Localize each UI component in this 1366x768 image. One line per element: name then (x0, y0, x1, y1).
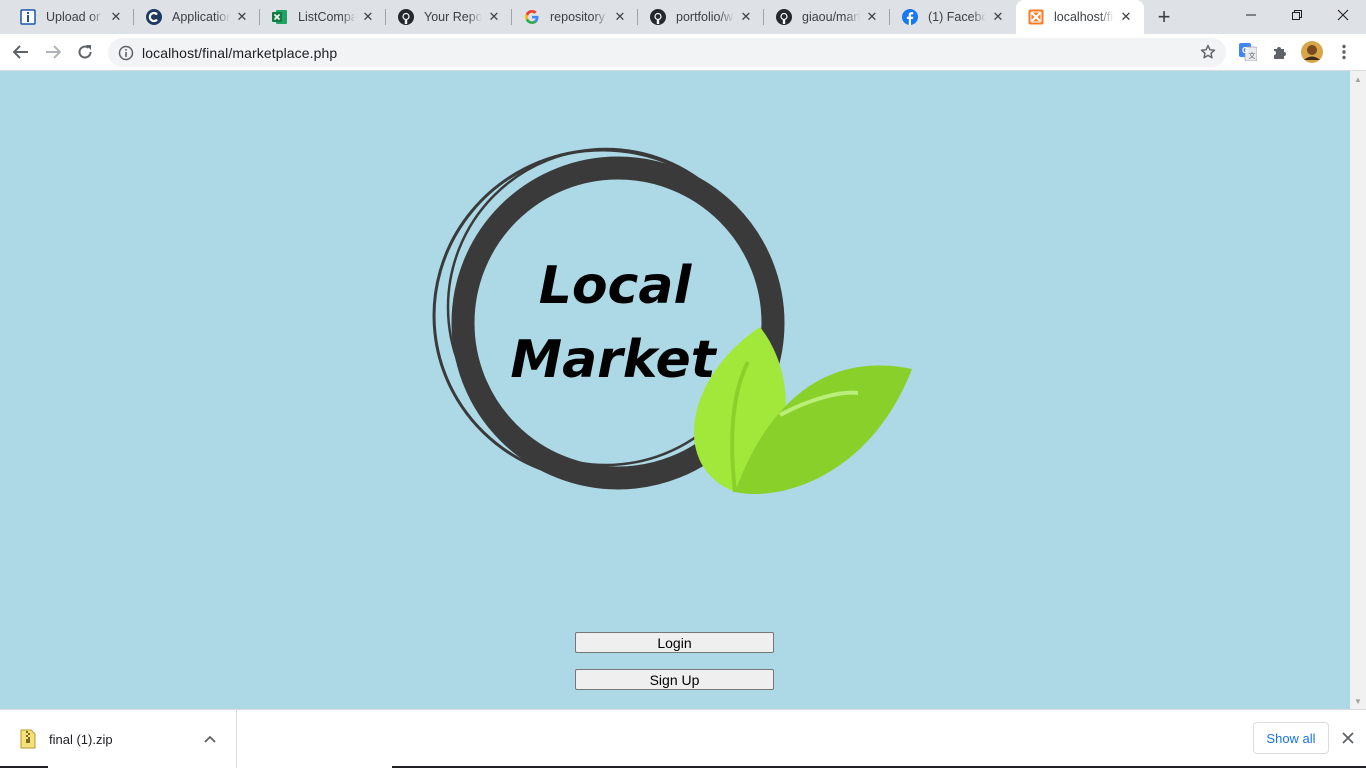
tab-title: ListCompanies (298, 10, 356, 24)
profile-avatar-button[interactable] (1300, 40, 1324, 64)
close-icon[interactable]: ✕ (360, 9, 376, 25)
chevron-up-icon[interactable] (198, 727, 222, 751)
page-viewport: Local Market Login Sign Up (0, 71, 1350, 709)
close-icon (1342, 732, 1354, 744)
scroll-down-arrow-icon[interactable]: ▼ (1350, 693, 1366, 709)
arrow-left-icon (13, 45, 28, 59)
close-icon[interactable]: ✕ (486, 9, 502, 25)
tab-applications[interactable]: Applications ✕ (134, 0, 260, 34)
download-item[interactable]: final (1).zip (0, 710, 237, 768)
puzzle-icon (1274, 47, 1286, 59)
show-all-button[interactable]: Show all (1253, 722, 1329, 754)
close-icon[interactable]: ✕ (864, 9, 880, 25)
download-shelf: final (1).zip Show all (0, 709, 1366, 768)
github-icon (398, 9, 414, 25)
new-tab-button[interactable]: + (1152, 4, 1176, 29)
tab-title: portfolio/w (676, 10, 733, 24)
tab-title: (1) Facebook (928, 10, 986, 24)
signup-button[interactable]: Sign Up (575, 669, 774, 690)
google-icon (524, 9, 540, 25)
browser-toolbar: localhost/final/marketplace.php G文 (0, 34, 1366, 71)
excel-icon (272, 9, 288, 25)
c-logo-icon (146, 9, 162, 25)
tab-repository-search[interactable]: repository - G ✕ (512, 0, 638, 34)
tab-title: Your Repositories (424, 10, 482, 24)
tab-your-repositories[interactable]: Your Repositories ✕ (386, 0, 512, 34)
github-icon (650, 9, 666, 25)
close-shelf-button[interactable] (1338, 726, 1358, 750)
close-icon[interactable]: ✕ (738, 9, 754, 25)
restore-icon (1292, 10, 1302, 20)
bookmark-star-icon[interactable] (1200, 44, 1216, 60)
tab-title: Upload or cho (46, 10, 104, 24)
facebook-icon (902, 9, 918, 25)
github-icon (776, 9, 792, 25)
arrow-right-icon (46, 45, 61, 59)
tab-upload[interactable]: Upload or cho ✕ (8, 0, 134, 34)
login-button[interactable]: Login (575, 632, 774, 653)
close-icon[interactable]: ✕ (612, 9, 628, 25)
address-bar[interactable]: localhost/final/marketplace.php (108, 38, 1226, 67)
local-market-logo: Local Market (430, 147, 920, 502)
url-text: localhost/final/marketplace.php (142, 44, 338, 61)
info-doc-icon (20, 9, 36, 25)
leaf-icon (693, 327, 912, 495)
vertical-scrollbar[interactable]: ▲ ▼ (1350, 71, 1366, 709)
scroll-up-arrow-icon[interactable]: ▲ (1350, 71, 1366, 87)
tab-title: localhost/final (1054, 10, 1114, 24)
minimize-icon (1246, 14, 1256, 16)
tab-listcompanies[interactable]: ListCompanies ✕ (260, 0, 386, 34)
svg-text:文: 文 (1249, 51, 1256, 60)
info-icon[interactable] (118, 45, 134, 61)
tab-giaou[interactable]: giaou/mark ✕ (764, 0, 890, 34)
close-icon[interactable]: ✕ (990, 9, 1006, 25)
avatar (1301, 41, 1323, 63)
logo-text-local: Local (539, 256, 693, 316)
close-icon[interactable]: ✕ (1118, 9, 1134, 25)
tab-title: repository - G (550, 10, 608, 24)
extensions-button[interactable] (1268, 40, 1292, 64)
tab-title: giaou/mark (802, 10, 860, 24)
minimize-button[interactable] (1228, 0, 1274, 30)
translate-extension-button[interactable]: G文 (1236, 40, 1260, 64)
chrome-menu-button[interactable] (1332, 40, 1356, 64)
tab-localhost-active[interactable]: localhost/final ✕ (1016, 0, 1144, 34)
zip-file-icon (20, 729, 36, 749)
tab-facebook[interactable]: (1) Facebook ✕ (890, 0, 1016, 34)
close-icon[interactable]: ✕ (108, 9, 124, 25)
tab-title: Applications (172, 10, 230, 24)
close-window-button[interactable] (1320, 0, 1366, 30)
download-file-name: final (1).zip (49, 731, 113, 747)
logo-text-market: Market (510, 330, 717, 390)
forward-button[interactable] (38, 37, 68, 67)
back-button[interactable] (6, 37, 36, 67)
translate-icon: G文 (1239, 43, 1257, 61)
tab-strip: Upload or cho ✕ Applications ✕ ListCompa… (0, 0, 1366, 34)
restore-button[interactable] (1274, 0, 1320, 30)
reload-button[interactable] (70, 37, 100, 67)
svg-text:G: G (1242, 46, 1248, 55)
more-vert-icon (1342, 44, 1346, 60)
close-icon (1337, 9, 1349, 21)
reload-icon (78, 45, 92, 59)
tab-portfolio[interactable]: portfolio/w ✕ (638, 0, 764, 34)
xampp-icon (1028, 9, 1044, 25)
close-icon[interactable]: ✕ (234, 9, 250, 25)
